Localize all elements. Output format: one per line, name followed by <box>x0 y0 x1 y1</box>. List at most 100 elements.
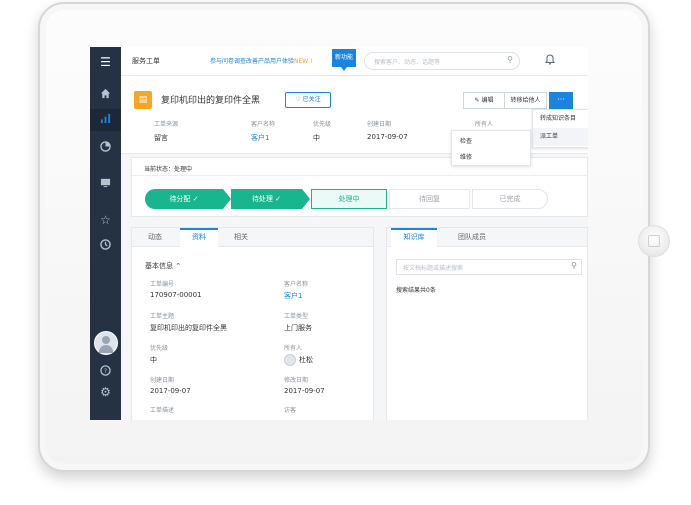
field-value: 2017-09-07 <box>284 387 325 395</box>
tab-related[interactable]: 相关 <box>224 228 258 246</box>
field-value: 170907-00001 <box>150 291 202 299</box>
meta-label-created: 创建日期 <box>367 121 392 128</box>
pie-chart-icon[interactable] <box>97 140 114 157</box>
field-label: 优先级 <box>150 345 169 352</box>
transfer-button[interactable]: 转移给他人 <box>504 92 547 109</box>
step-arrow <box>302 189 310 209</box>
tab-team-members[interactable]: 团队成员 <box>445 228 499 246</box>
step-arrow <box>223 189 231 209</box>
tablet-home-button[interactable] <box>638 225 670 257</box>
field-label: 工单描述 <box>150 407 175 414</box>
edit-button[interactable]: ✎ 编辑 <box>463 92 505 109</box>
bar-chart-icon[interactable] <box>97 112 114 129</box>
meta-value-priority: 中 <box>313 134 320 142</box>
field-value: 2017-09-07 <box>150 387 191 395</box>
step-unassigned-label: 待分配 <box>169 195 191 203</box>
sidebar: ☰ ☆ ? ⚙ <box>90 47 121 420</box>
bar-chart-icon-svg <box>100 113 111 124</box>
clock-icon-svg <box>100 239 111 250</box>
global-search-input[interactable]: 搜索客户、动态、话题等 ⚲ <box>364 52 520 70</box>
pie-chart-icon-svg <box>100 141 111 152</box>
field-label: 工单编号 <box>150 281 175 288</box>
monitor-icon[interactable] <box>97 176 114 193</box>
avatar-body-shape <box>99 345 113 353</box>
pencil-icon: ✎ <box>474 97 480 104</box>
knowledge-panel: 知识库 团队成员 按文档标题或描述搜索 ⚲ 搜索结果共0条 <box>386 227 588 420</box>
ticket-title: 复印机印出的复印件全黑 <box>161 96 261 106</box>
follow-label: 已关注 <box>302 96 321 103</box>
survey-notice-text: 参与问卷调查改善产品用户体验 <box>210 58 295 65</box>
user-avatar[interactable] <box>94 331 118 355</box>
dispatch-submenu: 检查 维修 <box>451 130 531 166</box>
submenu-item-inspect[interactable]: 检查 <box>460 136 472 145</box>
status-card: 当前状态：处理中 待分配 ✓ 待处理 ✓ 处理中 待回复 已完成 <box>131 157 588 217</box>
menu-item-convert-knowledge[interactable]: 转成知识条目 <box>533 110 588 128</box>
field-value: 中 <box>150 356 157 364</box>
monitor-icon-svg <box>100 178 111 188</box>
submenu-item-repair[interactable]: 维修 <box>460 152 472 161</box>
basic-info-title[interactable]: 基本信息 ⌃ <box>145 261 181 271</box>
star-icon[interactable]: ☆ <box>97 212 114 229</box>
module-title: 服务工单 <box>132 57 160 65</box>
clock-icon[interactable] <box>97 238 114 255</box>
tab-knowledge-base[interactable]: 知识库 <box>391 228 437 247</box>
step-pending[interactable]: 待处理 ✓ <box>231 189 302 209</box>
step-completed[interactable]: 已完成 <box>472 189 548 209</box>
more-actions-button[interactable]: ··· <box>549 92 573 109</box>
step-unassigned[interactable]: 待分配 ✓ <box>145 189 223 209</box>
top-bar: 服务工单 参与问卷调查改善产品用户体验NEW ! 新功能 搜索客户、动态、话题等… <box>121 47 588 76</box>
main-area: 服务工单 参与问卷调查改善产品用户体验NEW ! 新功能 搜索客户、动态、话题等… <box>121 47 588 420</box>
survey-notice-link[interactable]: 参与问卷调查改善产品用户体验NEW ! <box>210 56 313 65</box>
menu-item-dispatch[interactable]: 派工单› <box>533 128 588 146</box>
settings-icon[interactable]: ⚙ <box>97 384 114 401</box>
step-processing[interactable]: 处理中 <box>311 189 387 209</box>
owner-avatar <box>284 354 296 366</box>
tab-activity[interactable]: 动态 <box>140 228 170 246</box>
knowledge-search-input[interactable]: 按文档标题或描述搜索 ⚲ <box>396 259 582 275</box>
current-status-label: 当前状态：处理中 <box>144 166 193 173</box>
heart-icon: ♡ <box>295 96 301 103</box>
meta-label-priority: 优先级 <box>313 121 332 128</box>
menu-item-dispatch-label: 派工单 <box>540 133 559 140</box>
ticket-clipboard-icon: ▤ <box>134 91 152 109</box>
meta-value-customer-link[interactable]: 客户1 <box>251 133 269 143</box>
home-icon-svg <box>100 88 111 99</box>
new-feature-badge[interactable]: 新功能 <box>332 49 356 71</box>
home-button-square-icon <box>648 235 660 247</box>
check-icon: ✓ <box>275 195 282 203</box>
app-screen: ☰ ☆ ? ⚙ 服务工单 参与问卷调查改善产品用户体验NEW ! 新功能 搜索客… <box>90 47 588 420</box>
edit-label: 编辑 <box>481 97 494 104</box>
field-label: 修改日期 <box>284 377 309 384</box>
bell-icon[interactable] <box>545 54 555 68</box>
meta-value-source: 留言 <box>154 134 168 142</box>
search-icon[interactable]: ⚲ <box>507 55 513 64</box>
field-value: 复印机印出的复印件全黑 <box>150 324 227 332</box>
svg-text:?: ? <box>104 367 107 375</box>
field-value: 上门服务 <box>284 324 312 332</box>
detail-panel: 动态 资料 相关 基本信息 ⌃ 工单编号 170907-00001 客户名称 客… <box>131 227 374 420</box>
search-placeholder: 搜索客户、动态、话题等 <box>374 59 441 66</box>
status-divider <box>132 175 587 176</box>
field-label: 访客 <box>284 407 297 414</box>
field-value: 杜松 <box>299 356 313 364</box>
bell-icon-svg <box>545 54 555 65</box>
customer-link[interactable]: 客户1 <box>284 291 302 301</box>
home-icon[interactable] <box>97 87 114 104</box>
new-tag: NEW ! <box>294 58 313 65</box>
search-icon[interactable]: ⚲ <box>571 261 577 270</box>
follow-button[interactable]: ♡ 已关注 <box>285 92 331 108</box>
search-result-count: 搜索结果共0条 <box>396 287 436 294</box>
meta-label-source: 工单来源 <box>154 121 179 128</box>
meta-label-customer: 客户名称 <box>251 121 276 128</box>
basic-info-label: 基本信息 <box>145 262 173 270</box>
knowledge-search-placeholder: 按文档标题或描述搜索 <box>403 265 464 272</box>
field-label: 所有人 <box>284 345 303 352</box>
tab-info[interactable]: 资料 <box>180 228 218 247</box>
field-label: 工单类型 <box>284 313 309 320</box>
help-icon[interactable]: ? <box>97 364 114 381</box>
step-awaiting-reply[interactable]: 待回复 <box>389 189 470 209</box>
menu-icon[interactable]: ☰ <box>97 54 114 71</box>
field-label: 工单主题 <box>150 313 175 320</box>
meta-label-owner: 所有人 <box>475 121 494 128</box>
field-label: 创建日期 <box>150 377 175 384</box>
